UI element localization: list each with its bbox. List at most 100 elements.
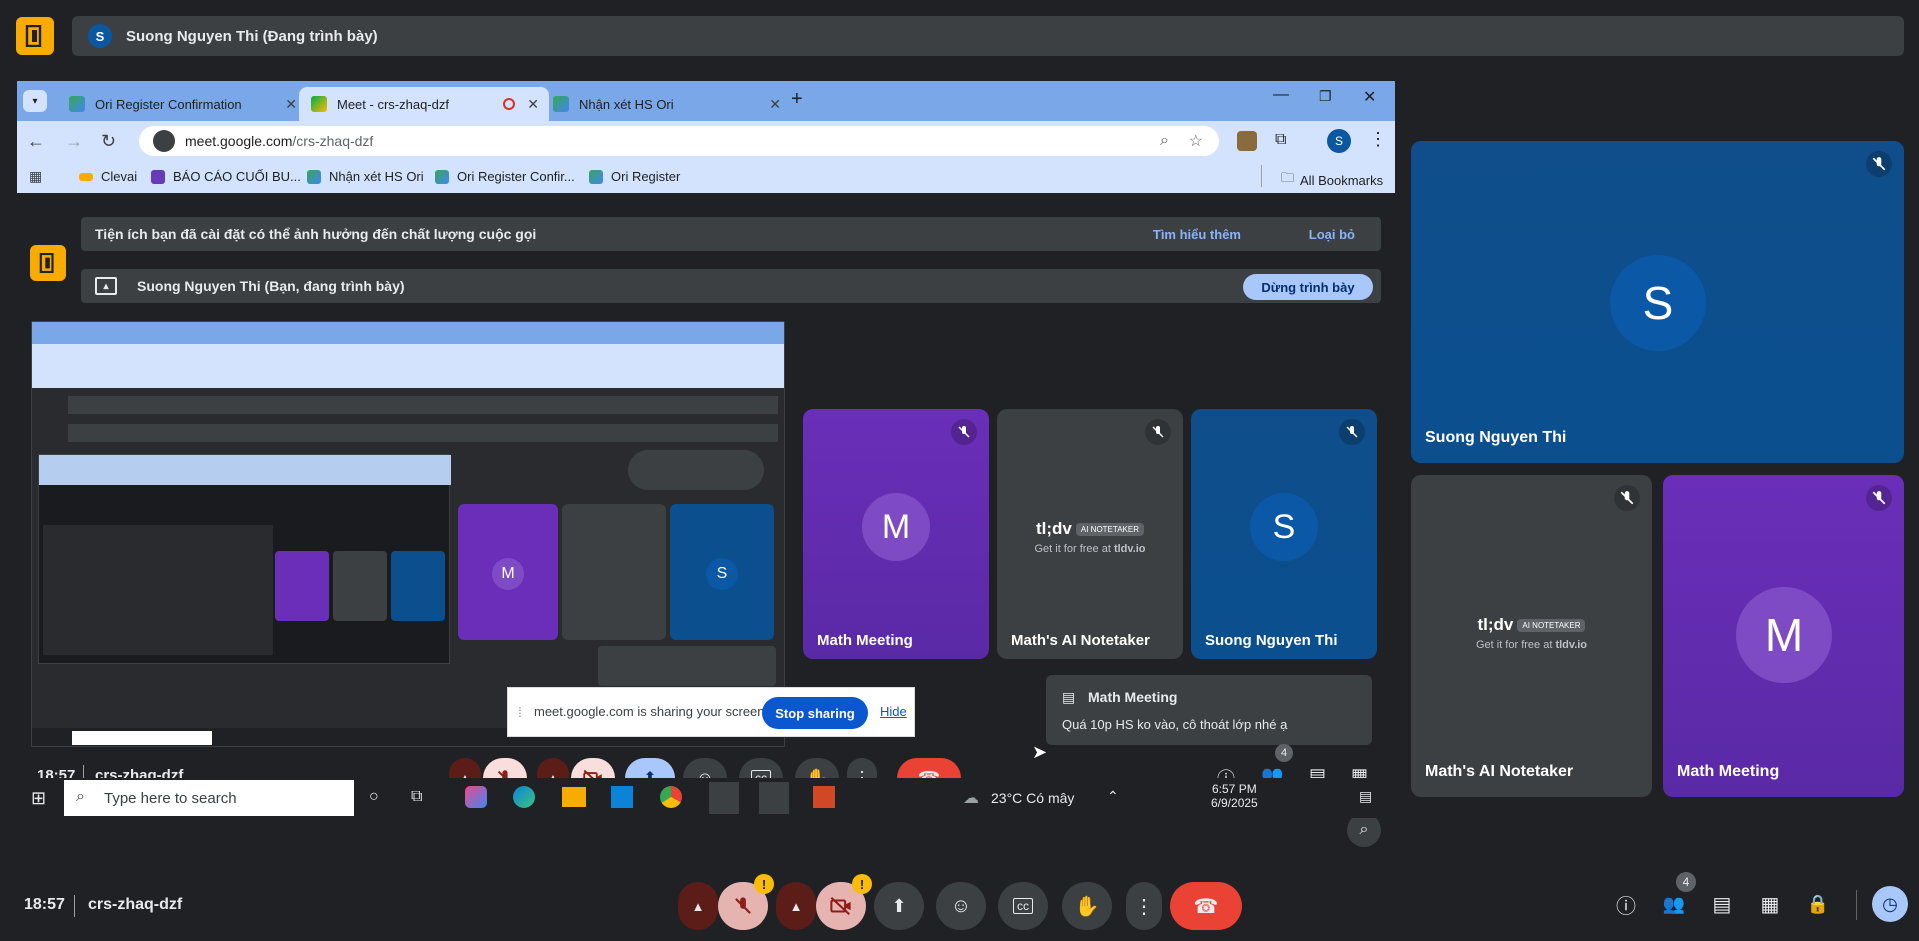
tile-math-meeting[interactable]: M Math Meeting (803, 409, 989, 659)
bookmark-ori-register[interactable]: Ori Register (589, 169, 680, 184)
nested-toolbar (39, 455, 451, 485)
meet-inner-view: Tiện ích bạn đã cài đặt có thể ảnh hưởng… (17, 203, 1395, 857)
stop-presenting-button[interactable]: Dừng trình bày (1243, 274, 1373, 300)
bookmark-ori-register-confir[interactable]: Ori Register Confir... (435, 169, 575, 184)
captions-button[interactable]: cc (998, 882, 1048, 930)
activities-icon[interactable]: ◷ (1872, 886, 1908, 922)
tile-ai-notetaker[interactable]: tl;dv AI NOTETAKER Get it for free at tld… (997, 409, 1183, 659)
folder-icon: 🗀 (1281, 170, 1295, 185)
reload-icon[interactable]: ↻ (101, 131, 116, 152)
more-vert-icon: ⋮ (1134, 895, 1154, 918)
camera-toggle-button[interactable]: ! (816, 874, 872, 930)
info-icon[interactable]: ⓘ (1612, 890, 1640, 918)
chrome-meet-icon[interactable] (759, 782, 789, 814)
close-icon[interactable]: ✕ (285, 96, 297, 113)
chrome-profile-icon[interactable] (709, 782, 739, 814)
chevron-up-icon: ▲ (691, 898, 705, 914)
site-info-icon[interactable] (153, 130, 175, 152)
chat-icon[interactable]: ▤ (1708, 890, 1736, 918)
sheets-favicon-icon (553, 96, 569, 112)
windows-start-icon[interactable]: ⊞ (31, 788, 46, 809)
tile-suong-nguyen-thi[interactable]: S Suong Nguyen Thi (1191, 409, 1377, 659)
tab-ori-register[interactable]: Ori Register Confirmation ✕ (57, 87, 307, 121)
cursor-icon: ➤ (1032, 742, 1048, 762)
recursive-screen-preview: M S (31, 321, 785, 747)
puzzle-icon[interactable]: ⧉ (1275, 131, 1286, 149)
close-icon[interactable]: ✕ (769, 96, 781, 113)
more-vert-icon[interactable]: ⋮ (1369, 129, 1387, 150)
stop-sharing-button[interactable]: Stop sharing (762, 697, 868, 729)
present-logo-icon (16, 17, 54, 55)
back-icon[interactable]: ← (27, 131, 45, 152)
tab-meet[interactable]: Meet - crs-zhaq-dzf ✕ (299, 87, 549, 121)
close-window-icon[interactable]: ✕ (1363, 87, 1376, 107)
address-row: ← → ↻ meet.google.com /crs-zhaq-dzf ⌕ ☆ … (17, 121, 1395, 161)
zoom-icon[interactable]: ⌕ (1347, 813, 1381, 847)
present-screen-icon: ▴ (95, 277, 117, 295)
minimize-icon[interactable]: — (1273, 86, 1289, 104)
chat-sender: Math Meeting (1088, 689, 1178, 705)
raise-hand-button[interactable]: ✋ (1062, 882, 1112, 930)
bookmark-clevai[interactable]: Clevai (79, 169, 137, 184)
tile-suong-nguyen-thi[interactable]: S Suong Nguyen Thi (1411, 141, 1904, 463)
divider (74, 895, 75, 917)
extension-icon[interactable] (1237, 131, 1257, 151)
address-bar[interactable]: meet.google.com /crs-zhaq-dzf ⌕ ☆ (139, 126, 1219, 156)
participant-name: Math's AI Notetaker (1011, 632, 1150, 649)
apps-grid-icon[interactable]: ▦ (29, 168, 42, 185)
top-bar: S Suong Nguyen Thi (Đang trình bày) (0, 0, 1919, 72)
emoji-button[interactable]: ☺ (936, 882, 986, 930)
people-icon[interactable]: 👥 (1660, 890, 1688, 918)
hand-icon: ✋ (1074, 895, 1100, 918)
host-controls-icon[interactable]: 🔒 (1804, 890, 1832, 918)
shared-screen: ▾ Ori Register Confirmation ✕ Meet - crs… (17, 81, 1395, 857)
sheets-icon (435, 169, 449, 184)
bookmark-bao-cao[interactable]: BÁO CÁO CUỐI BU... (151, 169, 301, 184)
store-icon[interactable] (611, 786, 633, 808)
chat-toast[interactable]: ▤ Math Meeting Quá 10p HS ko vào, cô tho… (1046, 675, 1372, 745)
chevron-up-icon[interactable]: ⌃ (1107, 788, 1119, 805)
audio-options-button[interactable]: ▲ (678, 882, 718, 930)
present-screen-icon: ⬆ (891, 895, 907, 916)
end-call-button[interactable]: ☎ (1170, 882, 1242, 930)
new-tab-icon[interactable]: + (791, 88, 803, 111)
star-icon[interactable]: ☆ (1189, 131, 1203, 151)
taskbar-search-input[interactable]: ⌕ Type here to search (64, 780, 354, 816)
restore-icon[interactable]: ❐ (1319, 88, 1332, 105)
all-bookmarks[interactable]: 🗀 All Bookmarks (1281, 169, 1383, 191)
more-options-button[interactable]: ⋮ (1126, 882, 1162, 930)
chrome-icon[interactable] (660, 786, 682, 808)
video-options-button[interactable]: ▲ (776, 882, 816, 930)
avatar: S (706, 558, 738, 590)
task-view-icon[interactable]: ⧉ (411, 788, 422, 806)
drag-handle-icon[interactable]: ⁞ (518, 704, 522, 720)
preview-notice (68, 424, 778, 442)
file-explorer-icon[interactable] (562, 787, 586, 807)
learn-more-link[interactable]: Tìm hiểu thêm (1153, 227, 1241, 242)
forward-icon[interactable]: → (65, 131, 83, 152)
mic-toggle-button[interactable]: ! (718, 874, 774, 930)
tab-nhan-xet[interactable]: Nhận xét HS Ori ✕ (541, 87, 791, 121)
apps-grid-icon[interactable]: ▦ (1756, 890, 1784, 918)
tab-search-icon[interactable]: ▾ (23, 90, 47, 112)
close-icon[interactable]: ✕ (527, 96, 539, 113)
tldv-tag: AI NOTETAKER (1075, 523, 1144, 537)
dismiss-link[interactable]: Loại bỏ (1309, 227, 1355, 242)
edge-icon[interactable] (513, 786, 535, 808)
cortana-icon[interactable]: ○ (369, 788, 379, 806)
notification-icon[interactable]: ▤ (1359, 788, 1372, 805)
tab-label: Nhận xét HS Ori (579, 96, 674, 112)
hide-link[interactable]: Hide (880, 704, 907, 719)
bookmark-nhan-xet[interactable]: Nhận xét HS Ori (307, 169, 424, 184)
tile-math-meeting[interactable]: M Math Meeting (1663, 475, 1904, 797)
taskbar-clock[interactable]: 6:57 PM 6/9/2025 (1211, 782, 1258, 810)
powerpoint-icon[interactable] (813, 786, 835, 808)
copilot-icon[interactable] (465, 786, 487, 808)
sheets-icon (589, 169, 603, 184)
present-button[interactable]: ⬆ (874, 882, 924, 930)
tile-ai-notetaker[interactable]: tl;dv AI NOTETAKER Get it for free at tld… (1411, 475, 1652, 797)
zoom-icon[interactable]: ⌕ (1160, 132, 1169, 150)
weather-text[interactable]: 23°C Có mây (991, 790, 1074, 806)
profile-avatar[interactable]: S (1327, 129, 1351, 153)
preview-tile-notetaker (562, 504, 666, 640)
